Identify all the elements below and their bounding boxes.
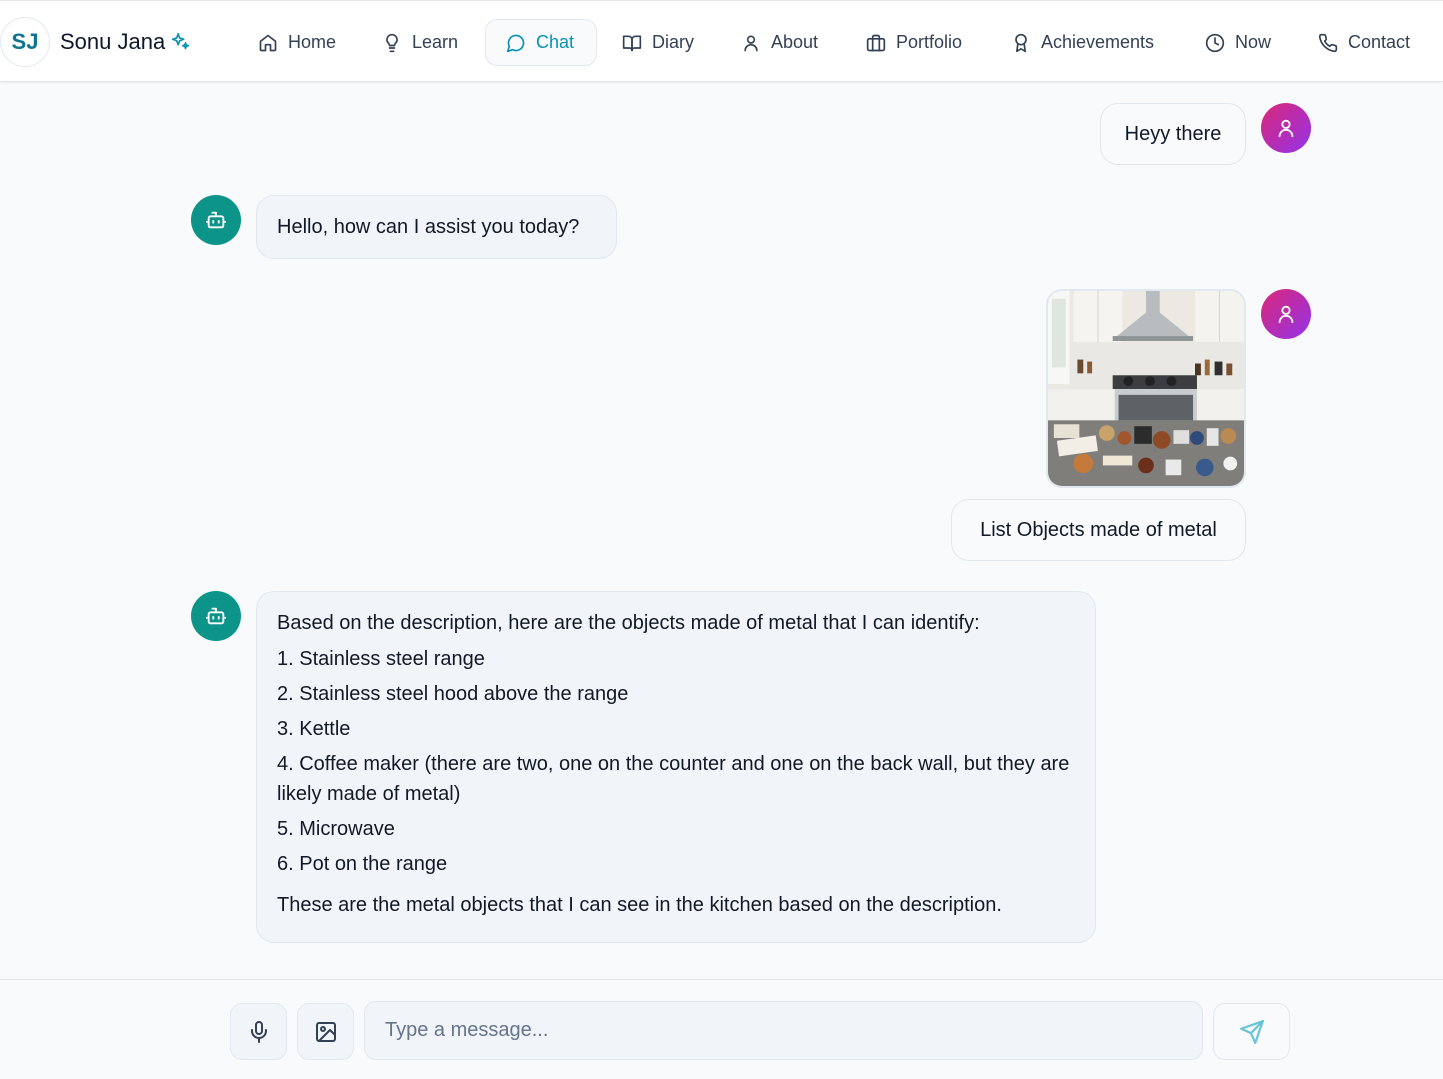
chat-icon xyxy=(506,34,525,52)
bot-icon xyxy=(205,607,227,625)
bot-message: Hello, how can I assist you today? xyxy=(256,195,617,259)
bot-reply-intro: Based on the description, here are the o… xyxy=(277,612,980,634)
user-avatar xyxy=(1261,103,1311,153)
bot-reply-outro: These are the metal objects that I can s… xyxy=(277,894,1002,916)
list-item: 2. Stainless steel hood above the range xyxy=(277,683,629,705)
voice-input-button[interactable] xyxy=(230,1003,287,1060)
book-icon xyxy=(622,35,642,51)
user-avatar xyxy=(1261,289,1311,339)
clock-icon xyxy=(1205,33,1225,52)
nav-contact-label: Contact xyxy=(1348,32,1411,52)
award-icon xyxy=(1015,33,1027,52)
nav-contact[interactable]: Contact xyxy=(1318,19,1410,66)
nav-home[interactable]: Home xyxy=(258,19,336,66)
list-item: 5. Microwave xyxy=(277,818,395,840)
top-navbar: SJ Sonu Jana Home Learn Chat Diary About xyxy=(0,0,1443,82)
nav-achievements[interactable]: Achievements xyxy=(1011,19,1154,66)
bot-avatar xyxy=(191,195,241,245)
send-button[interactable] xyxy=(1213,1003,1290,1060)
nav-about[interactable]: About xyxy=(741,19,818,66)
list-item: 6. Pot on the range xyxy=(277,853,448,875)
nav-learn-label: Learn xyxy=(412,32,459,52)
brand-name[interactable]: Sonu Jana xyxy=(60,29,165,55)
user-message: List Objects made of metal xyxy=(951,499,1246,561)
nav-now-label: Now xyxy=(1235,32,1272,52)
lightbulb-icon xyxy=(386,33,398,52)
list-item: 1. Stainless steel range xyxy=(277,648,485,670)
nav-portfolio-label: Portfolio xyxy=(896,32,963,52)
list-item: 4. Coffee maker (there are two, one on t… xyxy=(277,753,1070,805)
nav-chat-label: Chat xyxy=(536,32,575,52)
nav-portfolio[interactable]: Portfolio xyxy=(866,19,962,66)
home-icon xyxy=(259,34,277,51)
bot-message: Based on the description, here are the o… xyxy=(256,591,1096,943)
list-item: 3. Kettle xyxy=(277,718,351,740)
kitchen-photo[interactable] xyxy=(1046,289,1246,488)
bot-icon xyxy=(205,211,227,229)
image-icon xyxy=(315,1021,336,1042)
send-icon xyxy=(1239,1019,1264,1044)
nav-diary-label: Diary xyxy=(652,32,695,52)
nav-home-label: Home xyxy=(288,32,337,52)
message-input[interactable] xyxy=(364,1001,1203,1060)
attach-image-button[interactable] xyxy=(297,1003,354,1060)
nav-chat[interactable]: Chat xyxy=(485,19,597,66)
user-icon xyxy=(744,35,758,51)
message-composer xyxy=(0,979,1443,1079)
nav-achievements-label: Achievements xyxy=(1041,32,1155,52)
brand-logo[interactable]: SJ xyxy=(0,17,50,67)
nav-diary[interactable]: Diary xyxy=(622,19,694,66)
briefcase-icon xyxy=(866,34,886,51)
phone-icon xyxy=(1318,33,1338,52)
nav-about-label: About xyxy=(771,32,819,52)
bot-message-text: Hello, how can I assist you today? xyxy=(277,216,580,238)
brand[interactable]: SJ Sonu Jana xyxy=(0,16,191,68)
microphone-icon xyxy=(250,1020,267,1043)
user-icon xyxy=(1278,305,1294,324)
user-message: Heyy there xyxy=(1100,103,1246,165)
user-message-text: Heyy there xyxy=(1124,123,1222,145)
sparkles-icon xyxy=(172,32,190,50)
nav-now[interactable]: Now xyxy=(1205,19,1271,66)
nav-learn[interactable]: Learn xyxy=(382,19,458,66)
user-message-text: List Objects made of metal xyxy=(980,519,1217,541)
metal-objects-list: 1. Stainless steel range 2. Stainless st… xyxy=(277,644,1075,879)
user-icon xyxy=(1278,119,1294,138)
kitchen-photo-image xyxy=(1048,291,1244,486)
bot-avatar xyxy=(191,591,241,641)
